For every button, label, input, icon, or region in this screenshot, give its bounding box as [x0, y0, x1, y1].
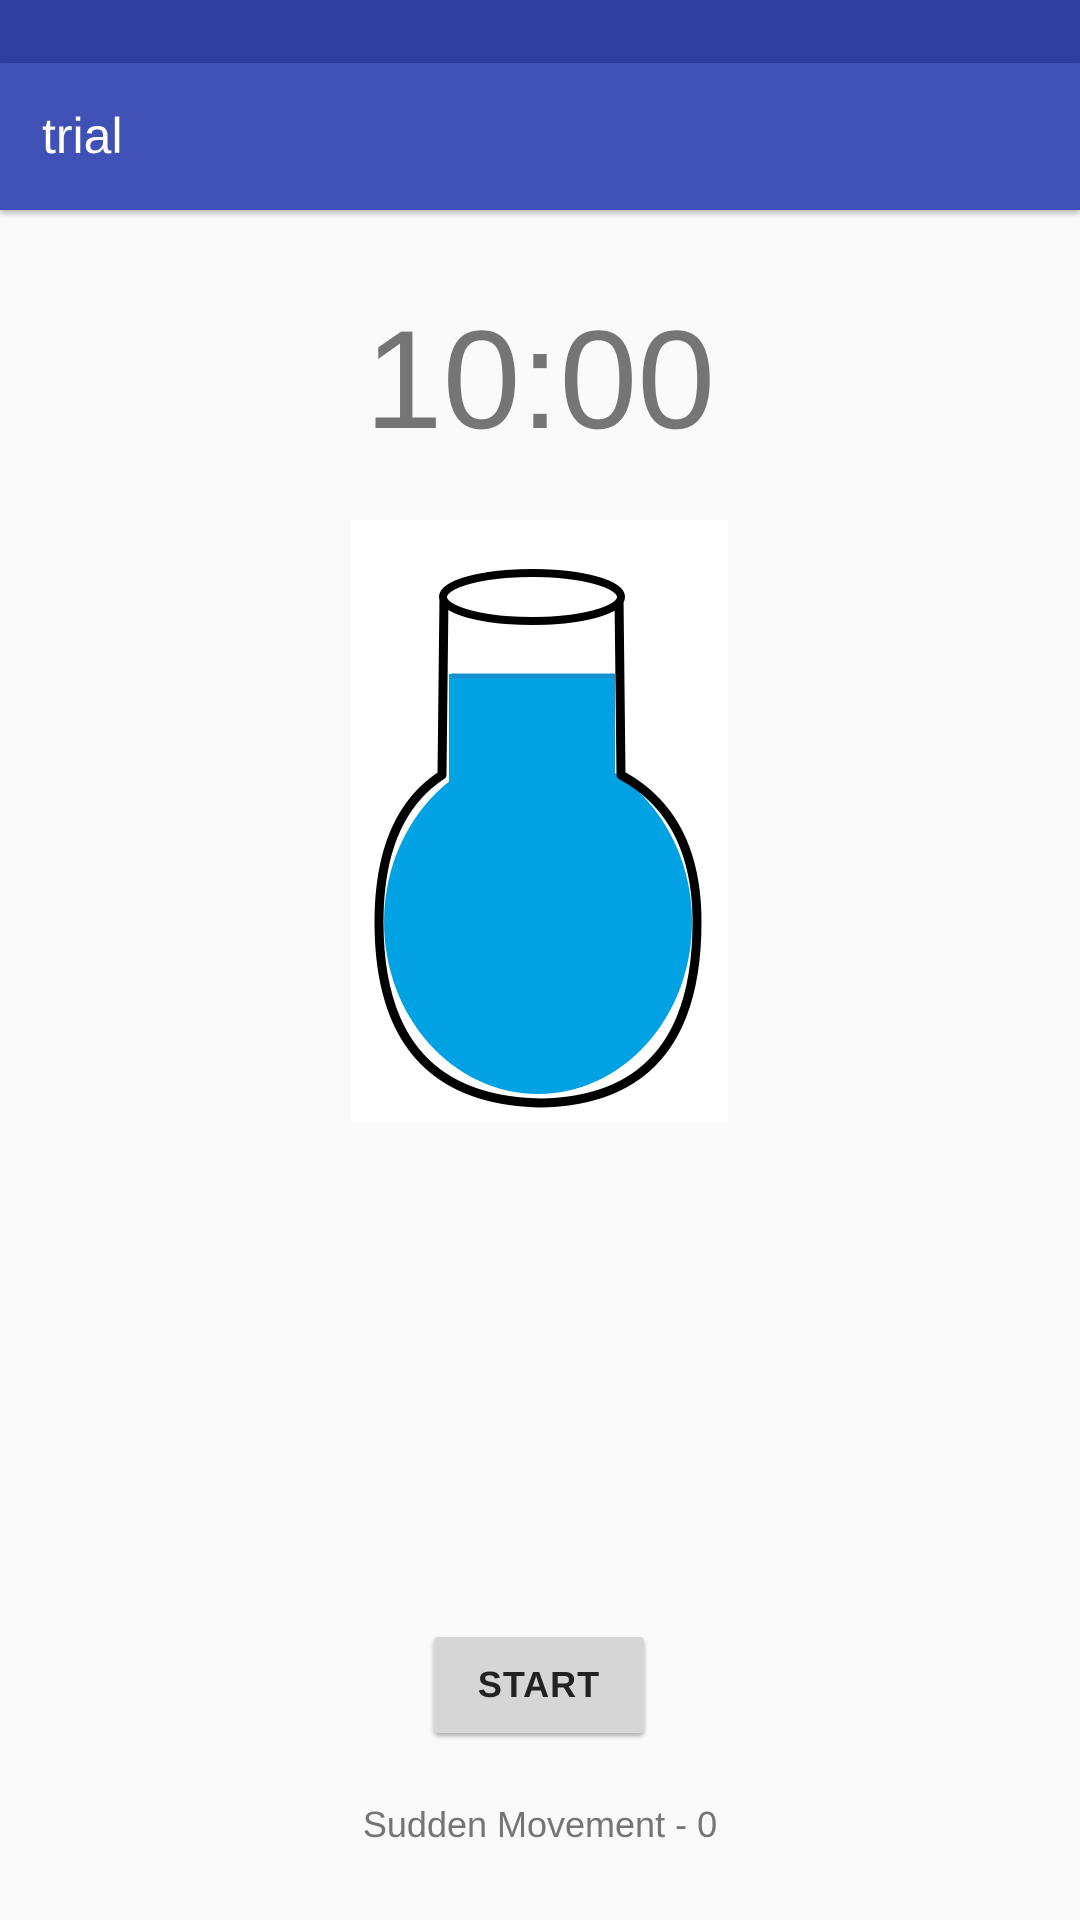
status-bar: [0, 0, 1080, 63]
start-button[interactable]: START: [434, 1637, 644, 1733]
sudden-movement-counter: Sudden Movement - 0: [362, 1804, 718, 1845]
flask-image: [351, 520, 728, 1123]
app-title: trial: [42, 108, 123, 164]
flask-rim: [439, 569, 625, 625]
timer-display: 10:00: [364, 301, 716, 458]
flask-icon: [374, 569, 702, 1108]
flask-liquid-bulb: [384, 750, 692, 1094]
app-bar: trial: [0, 63, 1080, 210]
